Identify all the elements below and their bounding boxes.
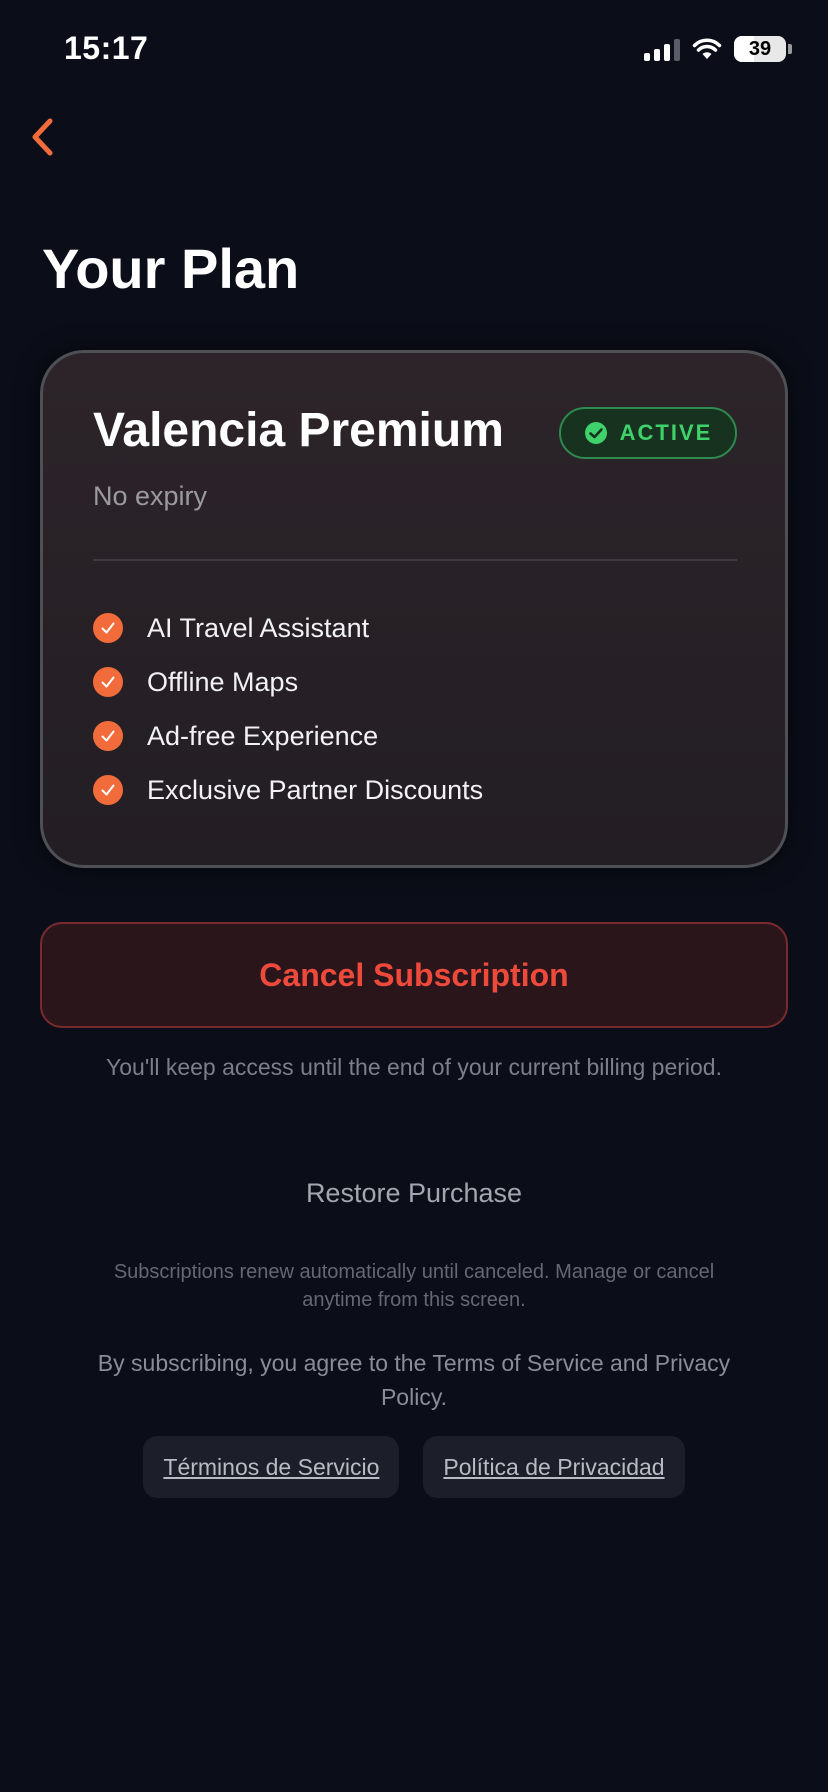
feature-label: Exclusive Partner Discounts <box>147 774 484 805</box>
privacy-link[interactable]: Política de Privacidad <box>423 1436 685 1498</box>
wifi-icon <box>692 38 722 59</box>
divider <box>93 559 737 561</box>
battery-percent: 39 <box>748 37 772 60</box>
check-circle-icon <box>584 422 607 444</box>
feature-item: Exclusive Partner Discounts <box>93 763 483 817</box>
status-badge-label: ACTIVE <box>619 420 713 445</box>
check-icon <box>93 667 123 697</box>
check-icon <box>93 613 123 643</box>
feature-label: Offline Maps <box>147 666 299 697</box>
feature-item: AI Travel Assistant <box>93 601 483 655</box>
page-title: Your Plan <box>42 237 300 300</box>
restore-purchase-button[interactable]: Restore Purchase <box>0 1178 828 1209</box>
cancel-subscription-button[interactable]: Cancel Subscription <box>40 922 788 1028</box>
chevron-left-icon <box>32 118 53 156</box>
check-icon <box>93 721 123 751</box>
battery-cap <box>788 44 792 54</box>
subscription-screen: 15:17 39 Your Plan Valencia Premium ACTI… <box>0 0 828 1792</box>
cellular-signal-icon <box>644 37 680 61</box>
agreement-note: By subscribing, you agree to the Terms o… <box>97 1350 731 1410</box>
legal-links: Términos de Servicio Política de Privaci… <box>0 1436 828 1498</box>
feature-item: Ad-free Experience <box>93 709 483 763</box>
plan-card: Valencia Premium ACTIVE No expiry AI Tra… <box>40 350 788 868</box>
terms-link[interactable]: Términos de Servicio <box>143 1436 400 1498</box>
status-time: 15:17 <box>64 30 149 66</box>
feature-label: Ad-free Experience <box>147 720 379 751</box>
renewal-note: Subscriptions renew automatically until … <box>113 1261 715 1311</box>
check-icon <box>93 775 123 805</box>
status-badge: ACTIVE <box>559 407 737 459</box>
status-icons: 39 <box>644 36 792 62</box>
feature-label: AI Travel Assistant <box>147 612 370 643</box>
plan-name: Valencia Premium <box>93 404 504 457</box>
cancel-note: You'll keep access until the end of your… <box>106 1054 722 1080</box>
feature-list: AI Travel Assistant Offline Maps Ad-free… <box>93 601 483 817</box>
plan-expiry: No expiry <box>93 481 208 511</box>
back-button[interactable] <box>22 112 62 162</box>
battery-icon: 39 <box>734 36 786 62</box>
feature-item: Offline Maps <box>93 655 483 709</box>
